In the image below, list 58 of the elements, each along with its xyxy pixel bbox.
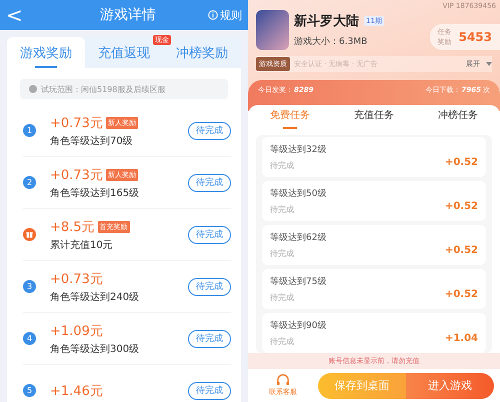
notice-text: 试玩范围：闲仙5198服及后续区服 (41, 84, 166, 94)
rules-link[interactable]: 规则 (208, 8, 242, 22)
reward-condition: 角色等级达到165级 (50, 186, 140, 200)
task-title: 等级达到50级 (270, 188, 328, 200)
reward-condition: 角色等级达到240级 (50, 290, 140, 304)
pending-button[interactable]: 待完成 (188, 122, 231, 140)
reward-tab[interactable]: 游戏奖励 (7, 37, 85, 68)
caret-icon (486, 62, 492, 66)
step-number: 3 (23, 280, 36, 293)
reward-amount: +1.46元 (50, 382, 103, 400)
gift-icon (23, 228, 36, 241)
task-tab[interactable]: 免费任务 (248, 105, 332, 129)
task-reward-value: 5453 (458, 30, 492, 44)
reward-amount: +8.5元 (50, 218, 95, 236)
task-status: 待完成 (270, 248, 295, 259)
task-status: 待完成 (270, 204, 295, 215)
save-to-desktop-button[interactable]: 保存到桌面 (318, 372, 406, 398)
reward-amount: +1.09元 (50, 322, 103, 340)
reward-condition: 角色等级达到70级 (50, 134, 134, 148)
step-number: 1 (23, 124, 36, 137)
task-title: 等级达到75级 (270, 276, 328, 288)
info-icon (29, 85, 37, 93)
game-icon (256, 10, 289, 50)
step-number: 2 (23, 176, 36, 189)
game-size: 游戏大小：6.3MB (294, 36, 368, 48)
reward-condition: 角色等级达到300级 (50, 342, 140, 356)
step-number: 5 (23, 384, 36, 397)
task-tab[interactable]: 充值任务 (332, 105, 416, 129)
game-name: 新斗罗大陆 (294, 12, 359, 30)
task-reward: +0.52 (444, 200, 478, 212)
task-title: 等级达到90级 (270, 320, 328, 332)
reward-tab[interactable]: 充值返现 (96, 37, 152, 68)
pending-button[interactable]: 待完成 (188, 226, 231, 244)
task-status: 待完成 (270, 160, 295, 171)
pending-button[interactable]: 待完成 (188, 382, 231, 400)
enter-game-button[interactable]: 进入游戏 (406, 372, 494, 398)
pending-button[interactable]: 待完成 (188, 174, 231, 192)
pending-button[interactable]: 待完成 (188, 278, 231, 296)
task-reward: +0.52 (444, 288, 478, 300)
reward-amount: +0.73元 (50, 166, 103, 184)
reward-condition: 累计充值10元 (50, 238, 114, 252)
task-reward: +0.52 (444, 156, 478, 168)
reward-amount: +0.73元 (50, 114, 103, 132)
task-status: 待完成 (270, 336, 295, 347)
task-tab[interactable]: 冲榜任务 (416, 105, 500, 129)
headset-icon (276, 374, 290, 386)
reward-tab[interactable]: 冲榜奖励 (174, 37, 230, 68)
pending-button[interactable]: 待完成 (188, 330, 231, 348)
task-reward: +1.04 (444, 332, 478, 344)
back-button[interactable]: < (6, 3, 26, 27)
page-title: 游戏详情 (99, 6, 157, 24)
step-number: 4 (23, 332, 36, 345)
reward-amount: +0.73元 (50, 270, 103, 288)
info-icon (208, 10, 218, 20)
task-title: 等级达到62级 (270, 232, 328, 244)
task-reward: +0.52 (444, 244, 478, 256)
task-status: 待完成 (270, 292, 295, 303)
task-title: 等级达到32级 (270, 144, 328, 156)
